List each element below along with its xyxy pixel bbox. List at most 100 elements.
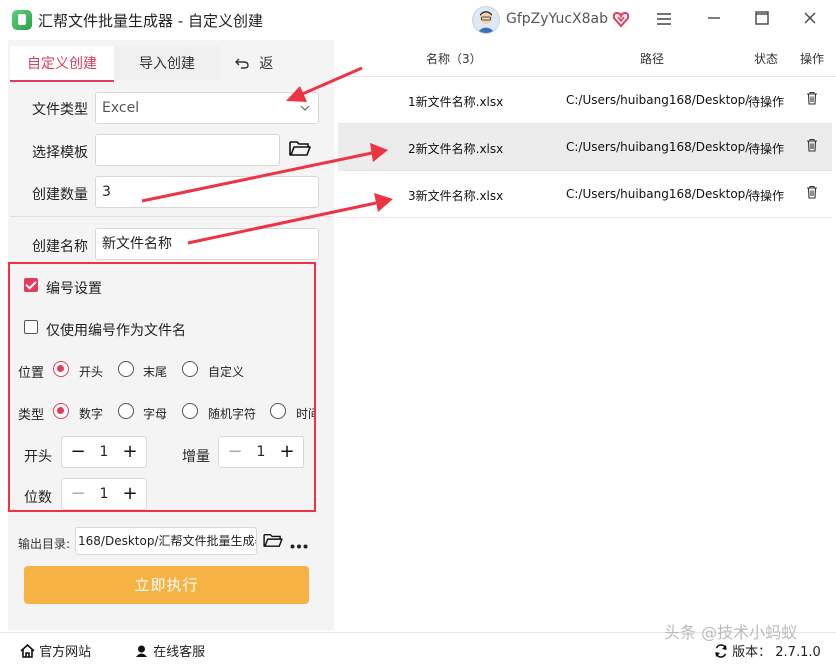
position-radio-custom[interactable] (182, 361, 198, 377)
increment-label: 增量 (182, 449, 210, 465)
username[interactable]: GfpZyYucX8ab (506, 11, 608, 27)
name-input[interactable]: 新文件名称 (95, 228, 319, 260)
count-input[interactable]: 3 (95, 176, 319, 208)
file-name-cell: 1新文件名称.xlsx (408, 95, 504, 109)
trash-icon[interactable] (806, 91, 818, 105)
template-input[interactable] (95, 134, 280, 166)
digits-stepper[interactable]: − 1 + (61, 478, 147, 510)
increment-value: 1 (256, 444, 266, 460)
digits-value: 1 (99, 486, 109, 502)
increment-stepper[interactable]: − 1 + (218, 436, 304, 468)
support-agent-icon (136, 645, 147, 657)
file-type-label: 文件类型 (32, 102, 88, 118)
digits-label: 位数 (24, 490, 52, 506)
file-path-cell: C:/Users/huibang168/Desktop/ (566, 93, 750, 107)
app-logo-icon (12, 10, 32, 30)
type-option-number: 数字 (79, 407, 104, 421)
official-website-label: 官方网站 (39, 645, 92, 660)
column-header-path[interactable]: 路径 (640, 50, 664, 67)
minus-icon[interactable]: − (225, 442, 245, 462)
position-option-custom: 自定义 (208, 365, 245, 379)
maximize-icon[interactable] (752, 10, 772, 30)
chevron-down-icon (300, 105, 310, 111)
plus-icon[interactable]: + (120, 442, 140, 462)
start-value: 1 (99, 444, 109, 460)
avatar[interactable] (472, 6, 500, 34)
trash-icon[interactable] (806, 185, 818, 199)
online-support-label: 在线客服 (153, 645, 206, 660)
output-label: 输出目录: (18, 537, 71, 551)
home-icon (20, 643, 35, 658)
table-row[interactable]: 1新文件名称.xlsx C:/Users/huibang168/Desktop/… (338, 77, 832, 124)
back-button[interactable]: 返 回 (224, 46, 294, 108)
avatar-icon (477, 11, 495, 33)
plus-icon[interactable]: + (277, 442, 297, 462)
file-type-value: Excel (102, 100, 140, 116)
type-option-random: 随机字符 (208, 407, 257, 421)
menu-icon[interactable] (654, 10, 674, 30)
version-label: 版本： 2.7.1.0 (732, 645, 821, 660)
window-title: 汇帮文件批量生成器 - 自定义创建 (38, 12, 263, 30)
minimize-icon[interactable] (704, 10, 724, 30)
file-name-cell: 2新文件名称.xlsx (408, 142, 504, 156)
table-row-selected[interactable]: 2新文件名称.xlsx C:/Users/huibang168/Desktop/… (338, 124, 832, 171)
position-radio-end[interactable] (118, 361, 134, 377)
position-radio-start[interactable] (53, 361, 69, 377)
official-website-link[interactable]: 官方网站 (20, 641, 91, 660)
close-icon[interactable] (800, 10, 820, 30)
output-path-input[interactable]: 168/Desktop/汇帮文件批量生成器 (75, 527, 257, 555)
refresh-icon[interactable] (714, 644, 728, 658)
minus-icon[interactable]: − (68, 442, 88, 462)
template-label: 选择模板 (32, 145, 88, 161)
start-stepper[interactable]: − 1 + (61, 436, 147, 468)
undo-arrow-icon (234, 58, 249, 69)
count-label: 创建数量 (32, 187, 88, 203)
numbering-checkbox[interactable] (24, 278, 38, 292)
column-header-action[interactable]: 操作 (800, 50, 824, 67)
file-status-cell: 待操作 (748, 189, 785, 203)
file-path-cell: C:/Users/huibang168/Desktop/ (566, 187, 750, 201)
online-support-link[interactable]: 在线客服 (134, 641, 205, 660)
name-label: 创建名称 (32, 239, 88, 255)
minus-icon[interactable]: − (68, 484, 88, 504)
type-radio-letter[interactable] (118, 403, 134, 419)
table-row[interactable]: 3新文件名称.xlsx C:/Users/huibang168/Desktop/… (338, 171, 832, 218)
start-label: 开头 (24, 449, 52, 465)
footer-bar: 官方网站 在线客服 头条 @技术小蚂蚁 版本： 2.7.1.0 (0, 623, 836, 666)
file-status-cell: 待操作 (748, 95, 785, 109)
only-number-label: 仅使用编号作为文件名 (46, 323, 186, 339)
type-option-time: 时间 (296, 407, 314, 419)
tab-custom-create[interactable]: 自定义创建 (10, 46, 114, 82)
file-path-cell: C:/Users/huibang168/Desktop/ (566, 140, 750, 154)
more-options-icon[interactable] (290, 538, 308, 553)
type-radio-number[interactable] (53, 403, 69, 419)
type-option-time-clip: 时间 (296, 403, 314, 419)
only-number-checkbox[interactable] (24, 320, 38, 334)
version-info: 版本： 2.7.1.0 (714, 641, 821, 660)
folder-open-icon[interactable] (289, 139, 311, 161)
plus-icon[interactable]: + (120, 484, 140, 504)
type-radio-time[interactable] (270, 403, 286, 419)
position-option-end: 末尾 (143, 365, 168, 379)
column-header-name[interactable]: 名称（3） (426, 50, 482, 67)
numbering-settings-box (8, 262, 316, 512)
numbering-label: 编号设置 (46, 281, 102, 297)
divider (10, 216, 332, 217)
file-table-header: 名称（3） 路径 状态 操作 (338, 40, 836, 77)
file-name-cell: 3新文件名称.xlsx (408, 189, 504, 203)
position-label: 位置 (18, 366, 45, 381)
column-header-status[interactable]: 状态 (754, 50, 778, 67)
type-radio-random[interactable] (182, 403, 198, 419)
execute-button[interactable]: 立即执行 (24, 566, 309, 604)
vip-heart-icon[interactable] (612, 10, 630, 32)
type-option-letter: 字母 (143, 407, 168, 421)
folder-open-icon[interactable] (263, 532, 283, 552)
type-label: 类型 (18, 408, 45, 423)
file-status-cell: 待操作 (748, 142, 785, 156)
tab-bar: 自定义创建 导入创建 返 回 (8, 46, 332, 108)
position-option-start: 开头 (79, 365, 104, 379)
watermark: 头条 @技术小蚂蚁 (664, 623, 798, 642)
tab-import-create[interactable]: 导入创建 (114, 46, 220, 80)
file-type-select[interactable]: Excel (95, 92, 319, 124)
trash-icon[interactable] (806, 138, 818, 152)
